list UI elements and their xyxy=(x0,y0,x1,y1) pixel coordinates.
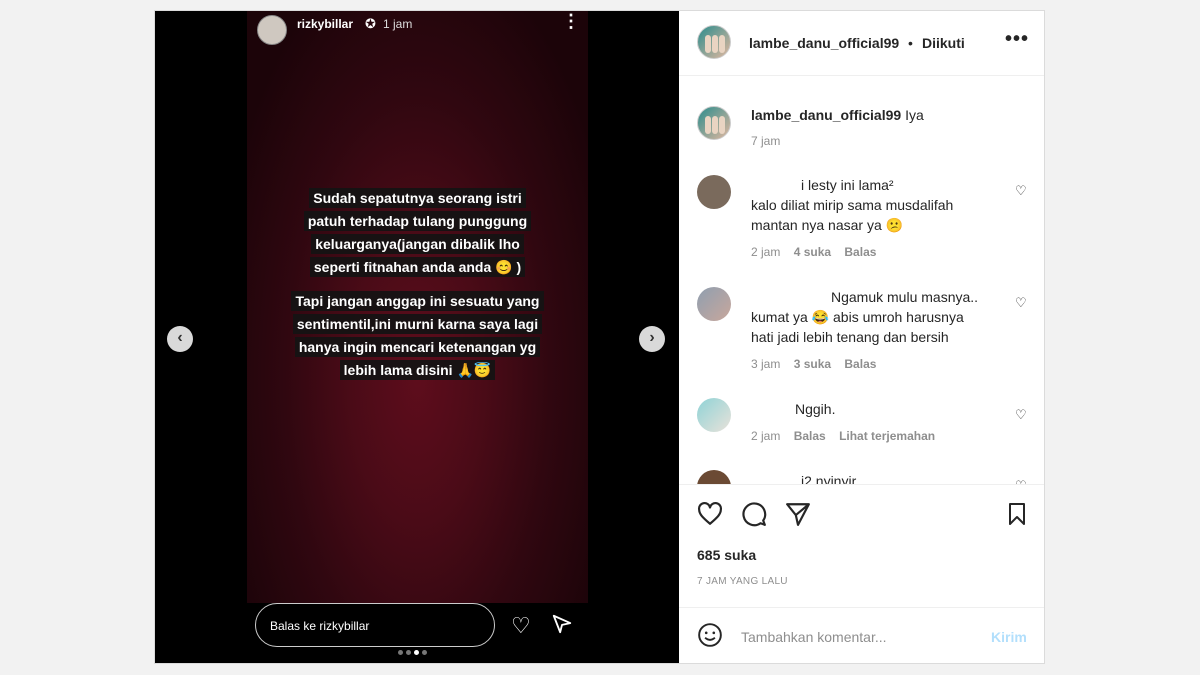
comment-text: kumat ya 😂 abis umroh harusnya hati jadi… xyxy=(751,307,1001,347)
comment-like-heart-icon[interactable]: ♡ xyxy=(1015,183,1027,199)
comment-body: Iya xyxy=(905,107,924,123)
story-dot-active xyxy=(414,650,419,655)
comment-line: hati jadi lebih tenang dan bersih xyxy=(751,329,949,345)
post-time-ago: 7 JAM YANG LALU xyxy=(697,576,788,587)
likes-count[interactable]: 685 suka xyxy=(697,547,756,563)
story-username[interactable]: rizkybillar xyxy=(297,17,353,31)
comment-time: 2 jam xyxy=(751,245,781,259)
comment-text: i2 nyinyir xyxy=(801,471,1044,484)
comment-line: mantan nya nasar ya 😕 xyxy=(751,217,904,233)
emoji-icon[interactable] xyxy=(697,622,723,648)
avatar-figure xyxy=(712,35,718,53)
comment-likes[interactable]: 4 suka xyxy=(794,245,831,259)
post-dialog: rizkybillar ✪ 1 jam ⋮ Sudah sepatutnya s… xyxy=(154,10,1045,664)
post-sidebar: lambe_danu_official99 • Diikuti ••• lamb… xyxy=(679,11,1044,663)
comment-meta: 7 jam xyxy=(751,134,790,148)
story-caption-block-1: Sudah sepatutnya seorang istri patuh ter… xyxy=(247,187,588,279)
commenter-avatar[interactable] xyxy=(697,398,731,432)
story-like-heart-icon[interactable]: ♡ xyxy=(511,613,531,639)
avatar-figure xyxy=(705,116,711,134)
see-translation-link[interactable]: Lihat terjemahan xyxy=(839,429,935,443)
post-comment-button[interactable]: Kirim xyxy=(991,629,1027,645)
caption-line: keluarganya(jangan dibalik lho xyxy=(311,234,524,254)
caption-line: lebih lama disini 🙏😇 xyxy=(339,360,496,380)
follow-status-button[interactable]: Diikuti xyxy=(922,35,965,51)
comment-line: Ngamuk mulu masnya.. xyxy=(831,289,979,305)
comment-text: kalo diliat mirip sama musdalifah mantan… xyxy=(751,195,1001,235)
comment-like-heart-icon[interactable]: ♡ xyxy=(1015,407,1027,423)
comment-bubble-icon[interactable] xyxy=(741,501,767,527)
caption-line: seperti fitnahan anda anda 😊 ) xyxy=(309,257,526,277)
commenter-avatar[interactable] xyxy=(697,287,731,321)
commenter-avatar[interactable] xyxy=(697,175,731,209)
story-dot xyxy=(398,650,403,655)
post-header: lambe_danu_official99 • Diikuti ••• xyxy=(679,11,1044,76)
caption-line: patuh terhadap tulang punggung xyxy=(303,211,532,231)
avatar-figure xyxy=(719,116,725,134)
story-dot xyxy=(422,650,427,655)
add-comment-bar: Tambahkan komentar... Kirim xyxy=(679,607,1044,663)
caption-line: Sudah sepatutnya seorang istri xyxy=(309,188,526,208)
comment-time: 7 jam xyxy=(751,134,781,148)
comment-time: 2 jam xyxy=(751,429,781,443)
story-media: rizkybillar ✪ 1 jam ⋮ Sudah sepatutnya s… xyxy=(155,11,679,663)
add-comment-input[interactable]: Tambahkan komentar... xyxy=(741,629,887,645)
more-options-icon[interactable]: ⋮ xyxy=(562,11,580,32)
comment-time: 3 jam xyxy=(751,357,781,371)
comment-meta: 2 jam Balas Lihat terjemahan xyxy=(751,429,945,443)
caption-line: Tapi jangan anggap ini sesuatu yang xyxy=(291,291,544,311)
comment-likes[interactable]: 3 suka xyxy=(794,357,831,371)
comment-text: Nggih. xyxy=(795,399,1044,419)
comment-text: lambe_danu_official99 Iya xyxy=(751,105,1001,125)
author-avatar[interactable] xyxy=(697,25,731,59)
more-options-icon[interactable]: ••• xyxy=(1005,28,1029,51)
verified-badge-icon: ✪ xyxy=(365,16,376,31)
comment-body: Nggih. xyxy=(795,401,836,417)
reply-button[interactable]: Balas xyxy=(844,357,876,371)
reply-button[interactable]: Balas xyxy=(844,245,876,259)
story-send-icon[interactable] xyxy=(551,613,573,635)
comment-line: kumat ya 😂 abis umroh harusnya xyxy=(751,309,964,325)
comment-body: i2 nyinyir xyxy=(801,473,857,484)
comment-line: i lesty ini lama² xyxy=(801,177,894,193)
share-send-icon[interactable] xyxy=(785,501,811,527)
reply-button[interactable]: Balas xyxy=(794,429,826,443)
author-username[interactable]: lambe_danu_official99 xyxy=(749,35,899,51)
comment-username[interactable]: lambe_danu_official99 xyxy=(751,107,901,123)
comment-like-heart-icon[interactable]: ♡ xyxy=(1015,295,1027,311)
commenter-avatar[interactable] xyxy=(697,470,731,484)
story-dot xyxy=(406,650,411,655)
separator-dot: • xyxy=(908,35,913,51)
story-caption-block-2: Tapi jangan anggap ini sesuatu yang sent… xyxy=(247,290,588,382)
caption-line: hanya ingin mencari ketenangan yg xyxy=(294,337,541,357)
commenter-avatar[interactable] xyxy=(697,106,731,140)
story-progress-dots xyxy=(398,642,430,660)
story-time: 1 jam xyxy=(383,17,413,31)
comment-meta: 2 jam 4 suka Balas xyxy=(751,245,886,259)
next-arrow-icon[interactable]: › xyxy=(639,326,665,352)
story-avatar[interactable] xyxy=(257,15,287,45)
avatar-figure xyxy=(705,35,711,53)
bookmark-icon[interactable] xyxy=(1005,501,1029,527)
comments-list[interactable]: lambe_danu_official99 Iya 7 jam i lesty … xyxy=(679,76,1044,484)
avatar-figure xyxy=(719,35,725,53)
like-heart-icon[interactable] xyxy=(697,501,723,527)
story-reply-input[interactable]: Balas ke rizkybillar xyxy=(255,603,495,647)
avatar-figure xyxy=(712,116,718,134)
comment-line: kalo diliat mirip sama musdalifah xyxy=(751,197,954,213)
comment-meta: 3 jam 3 suka Balas xyxy=(751,357,886,371)
previous-arrow-icon[interactable]: ‹ xyxy=(167,326,193,352)
story-header: rizkybillar ✪ 1 jam ⋮ xyxy=(247,11,588,55)
caption-line: sentimentil,ini murni karna saya lagi xyxy=(292,314,543,334)
comment-text: i lesty ini lama² xyxy=(801,175,1001,195)
comment-text: Ngamuk mulu masnya.. xyxy=(831,287,1011,307)
